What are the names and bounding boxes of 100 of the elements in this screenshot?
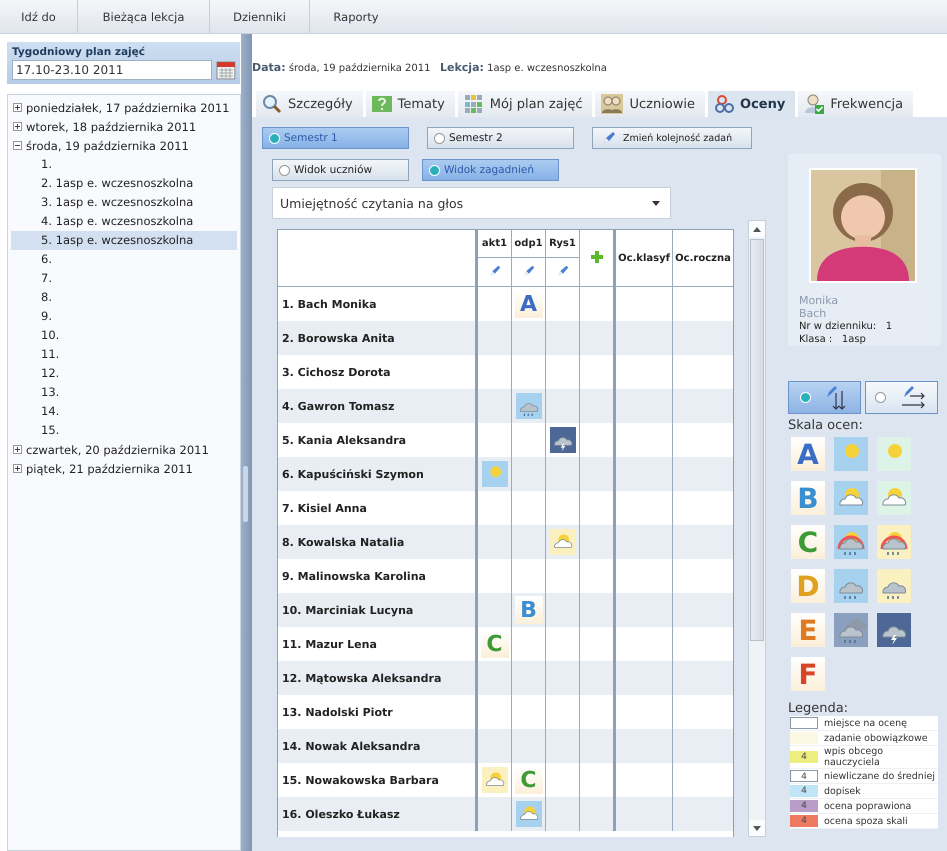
menu-item[interactable]: Idź do — [0, 0, 78, 33]
view-button[interactable]: Widok uczniów — [272, 159, 409, 181]
tab[interactable]: Szczegóły — [256, 91, 363, 117]
reorder-button[interactable]: Zmień kolejność zadań — [592, 127, 752, 149]
sun-cloud-icon[interactable] — [482, 767, 508, 793]
tree-item[interactable]: 4. 1asp e. wczesnoszkolna — [11, 212, 237, 231]
tree-item[interactable]: 7. — [11, 269, 237, 288]
column-header: Oc.klasyf — [614, 230, 672, 286]
rain-cloud-icon[interactable] — [834, 569, 868, 603]
tree-item[interactable]: 11. — [11, 345, 237, 364]
rain-cloud-icon[interactable] — [516, 393, 542, 419]
pencil-icon[interactable] — [522, 264, 536, 278]
tree-item[interactable]: 9. — [11, 307, 237, 326]
storm-cloud-icon[interactable] — [876, 613, 911, 647]
scrollbar[interactable] — [748, 220, 766, 837]
column-header[interactable]: Rys1 — [546, 230, 580, 258]
student-name-cell: 4. Gawron Tomasz — [278, 389, 476, 423]
sun-cloud-icon[interactable] — [550, 529, 576, 555]
tree-item[interactable]: wtorek, 18 października 2011 — [11, 117, 237, 136]
sun-cloud-icon[interactable] — [876, 481, 911, 515]
legend-swatch: 4 — [790, 785, 818, 797]
lesson-info: Data: środa, 19 października 2011 Lekcja: 1asp e. wczesnoszkolna — [252, 61, 607, 74]
semester-button[interactable]: Semestr 2 — [427, 127, 574, 149]
scroll-down-button[interactable] — [749, 820, 765, 836]
menu-item[interactable]: Raporty — [310, 0, 402, 33]
tree-item[interactable]: 14. — [11, 402, 237, 421]
collapse-icon[interactable] — [13, 141, 22, 150]
up-arrow-icon — [753, 226, 761, 232]
legend-swatch: 4 — [790, 800, 818, 812]
down-arrow-icon — [753, 826, 761, 830]
legend-label: miejsce na ocenę — [824, 718, 907, 728]
tree-item[interactable]: 10. — [11, 326, 237, 345]
tree-item[interactable]: 6. — [11, 250, 237, 269]
expand-icon[interactable] — [13, 464, 22, 473]
tree-item[interactable]: 13. — [11, 383, 237, 402]
people-icon — [601, 94, 624, 114]
rainbow-icon[interactable] — [876, 525, 911, 559]
splitter[interactable] — [241, 34, 252, 851]
view-button[interactable]: Widok zagadnień — [422, 159, 559, 181]
scroll-up-button[interactable] — [749, 221, 765, 237]
tab[interactable]: Frekwencja — [798, 91, 914, 117]
letter-grade-icon[interactable]: A — [790, 437, 825, 471]
splitter-handle[interactable] — [243, 466, 248, 522]
tree-item[interactable]: 3. 1asp e. wczesnoszkolna — [11, 193, 237, 212]
sun-cloud-icon[interactable] — [834, 481, 868, 515]
tab[interactable]: Uczniowie — [595, 91, 706, 117]
tree-item[interactable]: 5. 1asp e. wczesnoszkolna — [11, 231, 237, 250]
legend-swatch: 4 — [790, 815, 818, 827]
pencil-icon — [601, 130, 617, 146]
week-field[interactable]: 17.10-23.10 2011 — [12, 60, 212, 80]
legend-label: zadanie obowiązkowe — [824, 732, 928, 744]
storm-cloud-icon[interactable] — [550, 427, 576, 453]
sun-cloud-icon[interactable] — [516, 801, 542, 827]
tree-item[interactable]: czwartek, 20 października 2011 — [11, 440, 237, 459]
tree-item[interactable]: piątek, 21 października 2011 — [11, 459, 237, 478]
topic-dropdown[interactable]: Umiejętność czytania na głos — [272, 187, 671, 219]
student-last-name: Bach — [798, 307, 828, 320]
column-header[interactable]: akt1 — [476, 230, 512, 258]
student-name-cell: 12. Mątowska Aleksandra — [278, 661, 476, 695]
grid-icon — [464, 94, 484, 114]
tree-item[interactable]: 2. 1asp e. wczesnoszkolna — [11, 174, 237, 193]
rain-cloud-icon[interactable] — [876, 569, 911, 603]
legend-label: ocena poprawiona — [824, 800, 912, 812]
student-class: Klasa : 1asp — [798, 333, 867, 346]
student-name-cell: 16. Oleszko Łukasz — [278, 797, 476, 831]
column-header[interactable]: odp1 — [512, 230, 546, 258]
letter-grade-icon[interactable]: A — [514, 290, 542, 318]
tab[interactable]: Mój plan zajęć — [458, 91, 592, 117]
tree-item[interactable]: 8. — [11, 288, 237, 307]
tree-item[interactable]: 1. — [11, 155, 237, 174]
legend-label: ocena spoza skali — [824, 816, 908, 826]
entry-mode-button[interactable] — [788, 381, 861, 414]
menu-item[interactable]: Dzienniki — [210, 0, 310, 33]
tree-item[interactable]: poniedziałek, 17 października 2011 — [11, 98, 237, 117]
student-name-cell: 6. Kapuściński Szymon — [278, 457, 476, 491]
caret-icon — [652, 200, 660, 206]
pencil-icon[interactable] — [488, 264, 502, 278]
student-name-cell: 14. Nowak Aleksandra — [278, 729, 476, 763]
legend-label: dopisek — [824, 786, 861, 796]
pencil-icon[interactable] — [556, 264, 570, 278]
tab[interactable]: Tematy — [366, 91, 455, 117]
expand-icon[interactable] — [13, 103, 22, 112]
legend-title: Legenda: — [788, 701, 850, 716]
tab[interactable]: Oceny — [708, 91, 796, 117]
expand-icon[interactable] — [13, 122, 22, 131]
rain-cloud-icon[interactable] — [834, 613, 868, 647]
rainbow-icon[interactable] — [834, 525, 868, 559]
add-column-icon[interactable] — [590, 250, 602, 262]
legend-swatch: 4 — [790, 770, 818, 782]
expand-icon[interactable] — [13, 445, 22, 454]
entry-mode-button[interactable] — [864, 381, 938, 414]
letter-grade-icon[interactable]: F — [790, 657, 825, 691]
calendar-icon[interactable] — [216, 60, 236, 80]
tree-item[interactable]: 15. — [11, 421, 237, 440]
tree-item[interactable]: 12. — [11, 364, 237, 383]
grade-scale-title: Skala ocen: — [788, 418, 864, 433]
tree-item[interactable]: środa, 19 października 2011 — [11, 136, 237, 155]
scroll-thumb[interactable] — [750, 239, 764, 641]
menu-item[interactable]: Bieżąca lekcja — [78, 0, 210, 33]
week-plan-title: Tygodniowy plan zajęć — [12, 46, 146, 58]
